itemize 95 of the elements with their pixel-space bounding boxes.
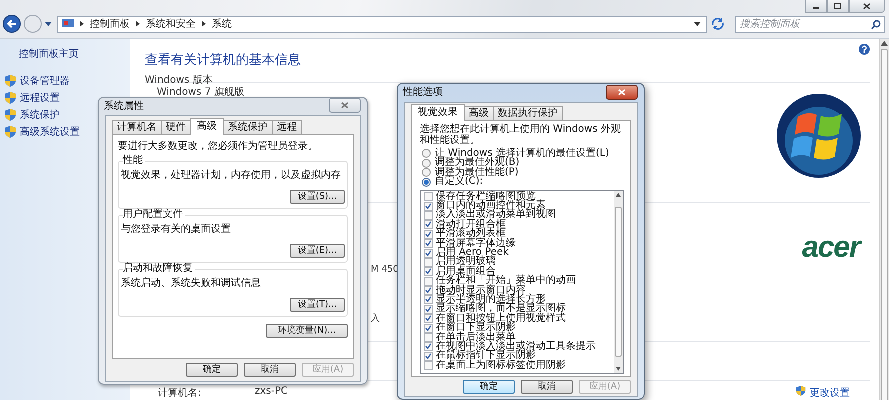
minimize-button[interactable] <box>805 0 827 13</box>
maximize-button[interactable] <box>827 0 849 13</box>
chevron-icon <box>202 21 206 27</box>
environment-variables-button[interactable]: 环境变量(N)... <box>266 324 348 338</box>
checkbox[interactable] <box>424 352 433 361</box>
info-text: 入 <box>371 312 380 325</box>
checkbox[interactable] <box>424 267 433 276</box>
shield-icon <box>796 386 806 396</box>
group-title: 用户配置文件 <box>123 209 185 221</box>
checkbox[interactable] <box>424 304 433 314</box>
group-title: 启动和故障恢复 <box>123 263 195 275</box>
dialog-title: 性能选项 <box>403 86 443 99</box>
scroll-up-icon[interactable] <box>881 41 888 46</box>
checkbox[interactable] <box>424 286 433 296</box>
edition-text: Windows 7 旗舰版 <box>157 86 244 99</box>
refresh-icon[interactable] <box>710 17 726 31</box>
dropdown-icon[interactable] <box>45 22 52 26</box>
change-settings-link[interactable]: 更改设置 <box>810 386 850 400</box>
group-description: 视觉效果，处理器计划，内存使用，以及虚拟内存 <box>121 168 342 182</box>
checkbox[interactable] <box>424 220 433 230</box>
checkbox-label[interactable]: 平滑屏幕字体边缘 <box>436 238 516 249</box>
scroll-up-icon[interactable] <box>616 193 621 197</box>
computer-icon <box>62 19 74 29</box>
breadcrumb-item[interactable]: 系统 <box>212 17 232 31</box>
checkbox-label[interactable]: 保存任务栏缩略图预览 <box>436 192 536 202</box>
tab[interactable]: 视觉效果 <box>411 104 465 121</box>
shield-icon <box>5 92 16 104</box>
scrollbar-thumb[interactable] <box>881 49 888 400</box>
checkbox[interactable] <box>424 276 433 286</box>
checkbox-label[interactable]: 在桌面上为图标标签使用阴影 <box>436 360 566 371</box>
help-icon[interactable] <box>859 44 870 55</box>
radio-button[interactable] <box>422 158 431 168</box>
breadcrumb-item[interactable]: 控制面板 <box>90 17 130 31</box>
back-button[interactable] <box>3 15 21 33</box>
scroll-down-icon[interactable] <box>616 367 621 371</box>
checkbox[interactable] <box>424 295 433 304</box>
tab[interactable]: 高级 <box>464 106 494 120</box>
checkbox-label[interactable]: 在单击后淡出菜单 <box>436 332 516 343</box>
radio-button[interactable] <box>422 149 431 158</box>
settings-button[interactable]: 设置(S)... <box>290 190 345 204</box>
close-icon <box>341 102 349 109</box>
sidebar-link[interactable]: 控制面板主页 <box>19 47 79 61</box>
close-button[interactable] <box>606 84 638 100</box>
dropdown-icon[interactable] <box>694 22 701 26</box>
checkbox[interactable] <box>424 342 433 352</box>
shield-icon <box>5 74 16 86</box>
tab[interactable]: 数据执行保护 <box>493 106 563 120</box>
breadcrumb-item[interactable]: 系统和安全 <box>146 17 196 31</box>
sidebar-link[interactable]: 高级系统设置 <box>20 124 80 138</box>
field-value: zxs-PC <box>255 386 288 397</box>
brand-logo: acer <box>802 233 860 263</box>
checkbox[interactable] <box>424 192 433 202</box>
address-field[interactable]: 控制面板 系统和安全 系统 <box>57 16 707 32</box>
checkbox[interactable] <box>424 333 433 342</box>
close-icon <box>863 2 871 10</box>
shield-icon <box>5 126 16 138</box>
chevron-icon <box>136 21 140 27</box>
group-description: 系统启动、系统失败和调试信息 <box>121 276 262 290</box>
scrollbar[interactable] <box>879 39 889 400</box>
checkbox[interactable] <box>424 239 433 248</box>
maximize-icon <box>834 2 842 10</box>
checkbox[interactable] <box>424 361 433 370</box>
close-button[interactable] <box>849 0 885 13</box>
checkbox[interactable] <box>424 202 433 211</box>
scrollbar-thumb[interactable] <box>615 207 622 357</box>
radio-button[interactable] <box>422 178 431 187</box>
section-heading: Windows 版本 <box>145 74 213 87</box>
settings-button[interactable]: 设置(T)... <box>290 298 345 312</box>
intro-text: 选择您想在此计算机上使用的 Windows 外观和性能设置。 <box>420 124 622 146</box>
sidebar-link[interactable]: 设备管理器 <box>20 74 70 88</box>
flag-logo-icon <box>776 93 862 179</box>
group-description: 与您登录有关的桌面设置 <box>121 222 232 236</box>
checkbox[interactable] <box>424 314 433 324</box>
scrollbar[interactable] <box>614 191 623 373</box>
dialog-button[interactable]: 取消 <box>521 380 573 394</box>
settings-button[interactable]: 设置(E)... <box>290 244 345 258</box>
page-title: 查看有关计算机的基本信息 <box>145 52 301 69</box>
checkbox[interactable] <box>424 230 433 239</box>
group-title: 性能 <box>123 155 145 167</box>
sidebar-link[interactable]: 系统保护 <box>20 108 60 122</box>
checkbox-label[interactable]: 启用桌面组合 <box>436 266 496 277</box>
search-field[interactable]: 搜索控制面板 <box>735 16 885 32</box>
notice-text: 要进行大多数更改，您必须作为管理员登录。 <box>118 140 319 153</box>
shield-icon <box>5 108 16 120</box>
radio-button[interactable] <box>422 168 431 178</box>
radio-label[interactable]: 自定义(C): <box>435 177 484 188</box>
field-label: 计算机名: <box>158 386 202 400</box>
dialog-title: 系统属性 <box>104 100 144 112</box>
checkbox[interactable] <box>424 324 433 333</box>
dialog-button[interactable]: 确定 <box>463 380 515 394</box>
chevron-icon <box>80 21 84 27</box>
search-icon <box>871 20 881 30</box>
sidebar-link[interactable]: 远程设置 <box>20 90 60 104</box>
close-icon <box>618 88 626 96</box>
checkbox[interactable] <box>424 248 433 258</box>
